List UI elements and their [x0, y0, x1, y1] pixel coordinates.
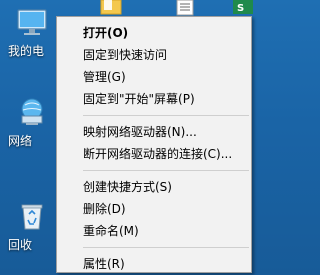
menu-item-manage[interactable]: 管理(G): [59, 66, 249, 88]
desktop-icon-recycle-bin[interactable]: 回收: [0, 194, 62, 264]
svg-text:S: S: [237, 3, 244, 14]
recycle-bin-icon: [16, 200, 48, 232]
menu-item-map-network-drive[interactable]: 映射网络驱动器(N)...: [59, 121, 249, 143]
menu-item-pin-start[interactable]: 固定到"开始"屏幕(P): [59, 88, 249, 110]
desktop-icon-network[interactable]: 网络: [0, 90, 62, 160]
spreadsheet-icon[interactable]: S: [232, 0, 254, 16]
desktop-icon-label: 我的电: [8, 44, 45, 58]
desktop-icon-label: 网络: [8, 134, 33, 148]
menu-item-pin-quick-access[interactable]: 固定到快速访问: [59, 44, 249, 66]
menu-separator: [83, 247, 249, 248]
menu-separator: [83, 115, 249, 116]
menu-item-rename[interactable]: 重命名(M): [59, 220, 249, 242]
menu-item-disconnect-network-drive[interactable]: 断开网络驱动器的连接(C)...: [59, 143, 249, 165]
network-icon: [16, 96, 48, 128]
menu-item-delete[interactable]: 删除(D): [59, 198, 249, 220]
menu-item-create-shortcut[interactable]: 创建快捷方式(S): [59, 176, 249, 198]
folder-icon[interactable]: [100, 0, 122, 16]
context-menu: 打开(O) 固定到快速访问 管理(G) 固定到"开始"屏幕(P) 映射网络驱动器…: [56, 16, 252, 273]
desktop-icon-label: 回收: [8, 238, 33, 252]
menu-item-open[interactable]: 打开(O): [59, 22, 249, 44]
desktop-icon-this-pc[interactable]: 我的电: [0, 0, 62, 70]
computer-icon: [16, 6, 48, 38]
menu-item-properties[interactable]: 属性(R): [59, 253, 249, 272]
document-icon[interactable]: [174, 0, 196, 16]
menu-separator: [83, 170, 249, 171]
